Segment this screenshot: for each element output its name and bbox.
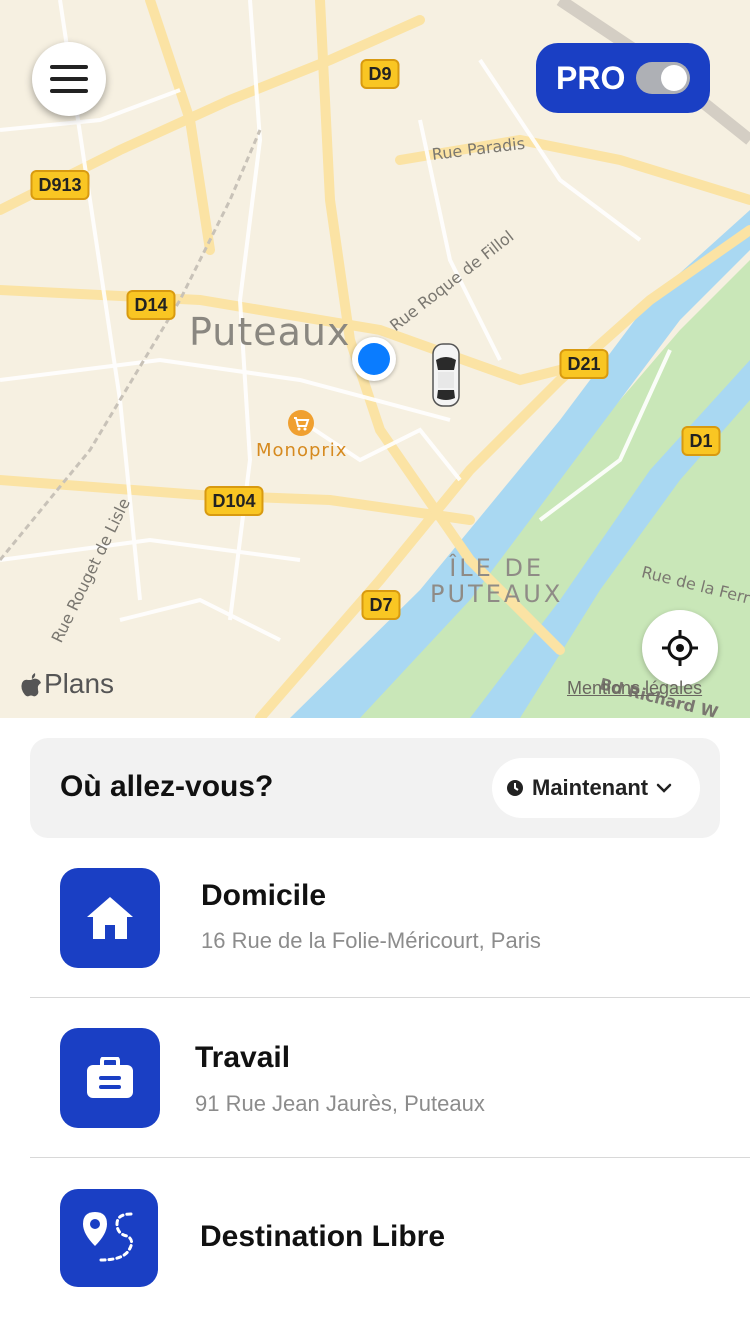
place-row-free-destination[interactable]: Destination Libre [0, 1188, 750, 1288]
pro-switch[interactable] [636, 62, 690, 94]
apple-logo-icon [21, 673, 41, 697]
home-icon-tile [60, 868, 160, 968]
road-shield-d21: D21 [559, 349, 609, 379]
place-row-work[interactable]: Travail 91 Rue Jean Jaurès, Puteaux [0, 1028, 750, 1128]
island-label-line2: PUTEAUX [430, 580, 564, 608]
place-name: Destination Libre [200, 1220, 446, 1253]
island-label-line1: ÎLE DE [449, 554, 545, 582]
clock-icon [507, 780, 523, 796]
maps-brand: Plans [20, 668, 114, 700]
route-pin-icon-tile [60, 1189, 158, 1287]
place-address: 91 Rue Jean Jaurès, Puteaux [195, 1091, 485, 1116]
home-icon [87, 897, 133, 939]
destination-search[interactable]: Où allez-vous? Maintenant [30, 738, 720, 838]
divider [30, 1157, 750, 1158]
road-shield-d7: D7 [361, 590, 401, 620]
hamburger-icon [50, 65, 88, 93]
pro-toggle[interactable]: PRO [536, 43, 710, 113]
briefcase-icon-tile [60, 1028, 160, 1128]
map-view[interactable]: D9 D913 D14 D21 D1 D104 D7 Puteaux Rue P… [0, 0, 750, 718]
chevron-down-icon [656, 783, 672, 793]
when-selector[interactable]: Maintenant [492, 758, 700, 818]
poi-label-monoprix[interactable]: Monoprix [256, 440, 347, 461]
crosshair-icon [662, 630, 698, 666]
search-title: Où allez-vous? [60, 770, 274, 803]
divider [30, 997, 750, 998]
route-pin-icon [83, 1212, 134, 1262]
legal-link[interactable]: Mentions légales [567, 678, 702, 699]
briefcase-icon [87, 1057, 133, 1098]
destination-sheet: Où allez-vous? Maintenant Domicile 16 Ru… [0, 718, 750, 1334]
user-location-dot [352, 337, 396, 381]
menu-button[interactable] [32, 42, 106, 116]
place-name: Domicile [201, 879, 327, 912]
road-shield-d9: D9 [360, 59, 400, 89]
when-label: Maintenant [532, 775, 649, 800]
locate-me-button[interactable] [642, 610, 718, 686]
car-icon [432, 343, 460, 407]
road-shield-d1: D1 [681, 426, 721, 456]
road-shield-d14: D14 [126, 290, 176, 320]
pro-switch-knob [661, 65, 687, 91]
maps-brand-label: Plans [44, 668, 115, 699]
shopping-cart-icon [288, 410, 314, 436]
place-name: Travail [195, 1041, 291, 1074]
pro-label: PRO [556, 59, 626, 96]
road-shield-d913: D913 [30, 170, 90, 200]
place-address: 16 Rue de la Folie-Méricourt, Paris [201, 928, 541, 953]
road-shield-d104: D104 [204, 486, 264, 516]
place-row-home[interactable]: Domicile 16 Rue de la Folie-Méricourt, P… [0, 868, 750, 968]
city-label: Puteaux [189, 310, 351, 354]
island-label: ÎLE DE PUTEAUX [430, 555, 563, 607]
